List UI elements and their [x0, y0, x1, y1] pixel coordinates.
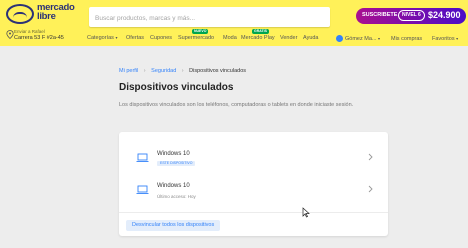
promo-level-badge: NIVEL 6	[398, 10, 425, 21]
user-avatar[interactable]	[336, 35, 343, 42]
delivery-location-label[interactable]: Enviar a Rafael	[14, 29, 45, 34]
nav-mercado-play[interactable]: Mercado Play GRATIS	[241, 29, 275, 41]
chevron-down-icon: ▾	[378, 36, 381, 41]
laptop-icon	[136, 153, 149, 162]
promo-price: $24.900	[428, 10, 461, 20]
my-purchases-link[interactable]: Mis compras	[391, 36, 422, 42]
page-description: Los dispositivos vinculados son los telé…	[119, 102, 354, 108]
device-last-access: Último acceso: Hoy	[157, 194, 196, 199]
laptop-icon	[136, 185, 149, 194]
nav-cupones[interactable]: Cupones	[150, 35, 172, 41]
logo-text: mercado libre	[37, 2, 75, 22]
chevron-down-icon: ▾	[115, 35, 118, 40]
current-device-badge: ESTE DISPOSITIVO	[157, 161, 196, 166]
nav-moda[interactable]: Moda	[223, 35, 237, 41]
nav-supermercado-badge: NUEVO	[192, 29, 209, 34]
breadcrumb-seguridad[interactable]: Seguridad	[151, 68, 176, 74]
page-title: Dispositivos vinculados	[119, 82, 234, 93]
breadcrumb-mi-perfil[interactable]: Mi perfil	[119, 68, 138, 74]
nav-vender[interactable]: Vender	[280, 35, 297, 41]
nav-categorias[interactable]: Categorías ▾	[87, 35, 117, 41]
linked-devices-card: Windows 10 ESTE DISPOSITIVO Windows 10 Ú…	[119, 132, 388, 236]
chevron-right-icon	[368, 185, 373, 193]
mouse-cursor-icon	[302, 207, 310, 218]
site-header: mercado libre SUSCRIBETE NIVEL 6 $24.900…	[0, 0, 468, 46]
device-name: Windows 10	[157, 183, 190, 189]
nav-ayuda[interactable]: Ayuda	[303, 35, 319, 41]
unlink-all-devices-button[interactable]: Desvincular todos los dispositivos	[126, 220, 221, 231]
chevron-down-icon: ▾	[456, 36, 459, 41]
subscription-promo-banner[interactable]: SUSCRIBETE NIVEL 6 $24.900	[356, 8, 466, 24]
nav-supermercado[interactable]: Supermercado NUEVO	[178, 29, 214, 41]
search-input[interactable]	[89, 8, 299, 29]
device-row[interactable]: Windows 10 Último acceso: Hoy	[119, 171, 388, 207]
device-name: Windows 10	[157, 151, 190, 157]
user-menu[interactable]: Gómez Ma... ▾	[345, 36, 380, 42]
chevron-right-icon: ›	[143, 68, 146, 74]
promo-subscribe-label: SUSCRIBETE	[362, 12, 398, 18]
search-box	[89, 7, 410, 29]
card-divider	[119, 212, 388, 213]
mercadolibre-logo[interactable]: mercado libre	[6, 3, 75, 25]
chevron-right-icon	[368, 153, 373, 161]
breadcrumb: Mi perfil › Seguridad › Dispositivos vin…	[119, 68, 246, 74]
breadcrumb-current: Dispositivos vinculados	[189, 68, 247, 74]
nav-mercado-play-badge: GRATIS	[252, 29, 269, 34]
location-pin-icon[interactable]	[6, 30, 14, 39]
handshake-icon	[6, 4, 34, 24]
delivery-location-address[interactable]: Carrera 53 F #2a-45	[14, 35, 64, 41]
nav-ofertas[interactable]: Ofertas	[126, 35, 144, 41]
favorites-menu[interactable]: Favoritos ▾	[432, 36, 458, 42]
chevron-right-icon: ›	[181, 68, 184, 74]
device-row[interactable]: Windows 10 ESTE DISPOSITIVO	[119, 139, 388, 175]
